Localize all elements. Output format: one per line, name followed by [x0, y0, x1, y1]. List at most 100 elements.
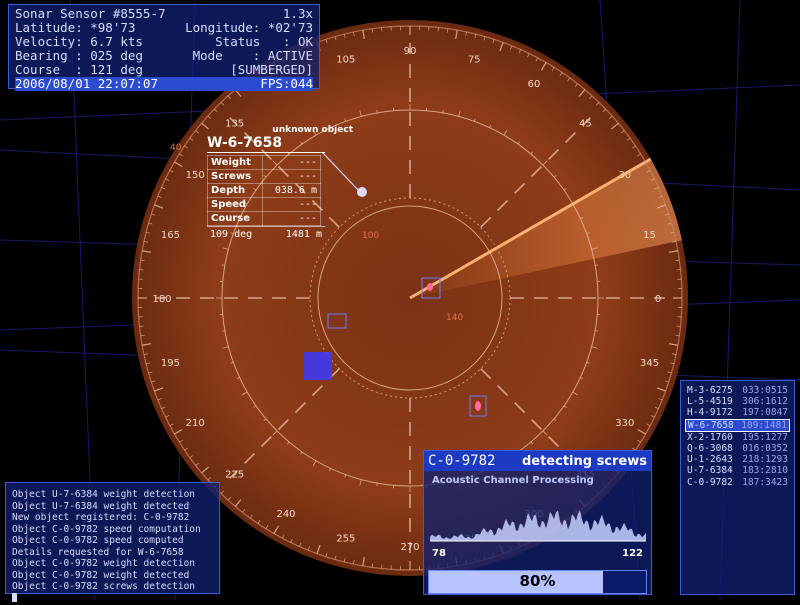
bearing-tick — [377, 110, 378, 113]
bearing-label: 30 — [618, 170, 631, 181]
bearing-label: 15 — [643, 230, 656, 241]
target-row-label: Speed — [208, 198, 263, 212]
processing-progress-bar: 80% — [428, 570, 647, 594]
bearing-label: 195 — [161, 358, 180, 369]
target-row-value: --- — [263, 198, 321, 212]
target-row-value: --- — [263, 212, 321, 226]
bearing-tick — [595, 265, 598, 266]
bearing-label: 105 — [336, 54, 355, 65]
object-list-panel: M-3-6275 033:0515 L-5-4519 306:1612 H-4-91… — [680, 380, 795, 595]
target-row: Speed--- — [208, 198, 321, 212]
bearing-readout: Bearing : 025 deg — [15, 49, 143, 63]
log-line: Object C-0-9782 speed computation — [12, 524, 213, 536]
object-list-item[interactable]: L-5-4519 306:1612 — [685, 396, 790, 407]
log-line: Details requested for W-6-7658 — [12, 547, 213, 559]
object-bearing-range: 306:1612 — [742, 396, 788, 407]
callout-anchor-dot[interactable] — [357, 187, 367, 197]
object-bearing-range: 109:1481 — [741, 420, 787, 431]
object-list-item[interactable]: X-2-1760 195:1277 — [685, 432, 790, 443]
object-bearing-range: 187:3423 — [742, 477, 788, 488]
datetime-readout: 2006/08/01 22:07:07 — [15, 77, 158, 91]
target-row-value: --- — [263, 156, 321, 170]
target-bearing-range: 109 deg1481 m — [207, 226, 325, 242]
object-bearing-range: 183:2810 — [742, 465, 788, 476]
object-id: U-7-6384 — [687, 465, 733, 476]
contact-blip — [427, 283, 433, 291]
mode-value[interactable]: ACTIVE — [268, 48, 313, 63]
target-row: Weight--- — [208, 156, 321, 170]
target-callout: unknown object W-6-7658 Weight--- Screws… — [207, 125, 325, 242]
log-line: Object C-0-9782 weight detected — [12, 570, 213, 582]
target-type-label: unknown object — [207, 125, 353, 135]
acoustic-channel-panel: C-0-9782 detecting screws Acoustic Chann… — [423, 450, 652, 595]
bearing-label: 180 — [152, 294, 171, 305]
bearing-label: 345 — [640, 358, 659, 369]
object-id: X-2-1760 — [687, 432, 733, 443]
object-id: L-5-4519 — [687, 396, 733, 407]
latitude-readout: Latitude: *98'73 — [15, 21, 135, 35]
contact-marker-selected[interactable] — [304, 352, 332, 380]
object-bearing-range: 197:0847 — [742, 407, 788, 418]
channel-range-high: 122 — [622, 548, 643, 559]
bearing-label: 90 — [404, 46, 417, 57]
velocity-readout: Velocity: 6.7 kts — [15, 35, 143, 49]
object-bearing-range: 195:1277 — [742, 432, 788, 443]
acoustic-waveform — [430, 491, 646, 547]
object-list-item[interactable]: H-4-9172 197:0847 — [685, 407, 790, 418]
status-label: Status : — [215, 34, 290, 49]
bearing-label: 75 — [468, 54, 481, 65]
log-line: Object C-0-9782 weight detection — [12, 558, 213, 570]
target-row-label: Course — [208, 212, 263, 226]
log-line: Object C-0-9782 screws detection — [12, 581, 213, 593]
log-line: Object U-7-6384 weight detected — [12, 501, 213, 513]
object-id: C-0-9782 — [687, 477, 733, 488]
channel-status: detecting screws — [522, 454, 647, 469]
object-id: U-1-2643 — [687, 454, 733, 465]
fps-readout: FPS:044 — [260, 77, 313, 91]
bearing-label: 60 — [528, 79, 541, 90]
bearing-tick — [443, 110, 444, 113]
target-row-label: Screws — [208, 170, 263, 184]
target-row: Course--- — [208, 212, 321, 226]
log-line: Object U-7-6384 weight detection — [12, 489, 213, 501]
target-id: W-6-7658 — [207, 135, 325, 153]
bearing-label: 225 — [225, 469, 244, 480]
target-row-value: 038.6 m — [263, 184, 321, 198]
event-log-panel[interactable]: Object U-7-6384 weight detection Object … — [5, 482, 220, 594]
range-label: 140 — [446, 313, 463, 323]
object-list-item-selected[interactable]: W-6-7658109:1481 — [685, 419, 790, 432]
zoom-level[interactable]: 1.3x — [283, 7, 313, 21]
course-readout: Course : 121 deg — [15, 63, 143, 77]
bearing-label: 330 — [615, 418, 634, 429]
object-list-item[interactable]: M-3-6275 033:0515 — [685, 385, 790, 396]
target-row-label: Depth — [208, 184, 263, 198]
status-value: OK — [298, 34, 313, 49]
target-row-label: Weight — [208, 156, 263, 170]
object-bearing-range: 033:0515 — [742, 385, 788, 396]
object-list-item[interactable]: U-1-2643 218:1293 — [685, 454, 790, 465]
target-row: Screws--- — [208, 170, 321, 184]
target-row: Depth038.6 m — [208, 184, 321, 198]
channel-range-low: 78 — [432, 548, 446, 559]
target-details-table: Weight--- Screws--- Depth038.6 m Speed--… — [207, 155, 321, 226]
range-label: 100 — [362, 231, 379, 241]
bearing-tick — [595, 331, 598, 332]
range-label: 40 — [170, 143, 182, 153]
bearing-tick — [377, 483, 378, 486]
waveform-area — [430, 510, 646, 541]
bearing-label: 210 — [186, 418, 205, 429]
log-cursor[interactable] — [12, 593, 17, 602]
log-line: Object C-0-9782 speed computed — [12, 535, 213, 547]
object-id: M-3-6275 — [687, 385, 733, 396]
contact-blip — [475, 401, 481, 411]
object-list-item[interactable]: C-0-9782 187:3423 — [685, 477, 790, 488]
object-list-item[interactable]: U-7-6384 183:2810 — [685, 465, 790, 476]
bearing-label: 255 — [336, 534, 355, 545]
object-id: H-4-9172 — [687, 407, 733, 418]
longitude-readout: Longitude: *02'73 — [185, 21, 313, 35]
channel-subtitle: Acoustic Channel Processing — [424, 471, 651, 490]
channel-header: C-0-9782 detecting screws — [424, 451, 651, 471]
object-bearing-range: 218:1293 — [742, 454, 788, 465]
object-list-item[interactable]: Q-6-3068016:0352 — [685, 443, 790, 454]
object-id: Q-6-3068 — [687, 443, 733, 454]
